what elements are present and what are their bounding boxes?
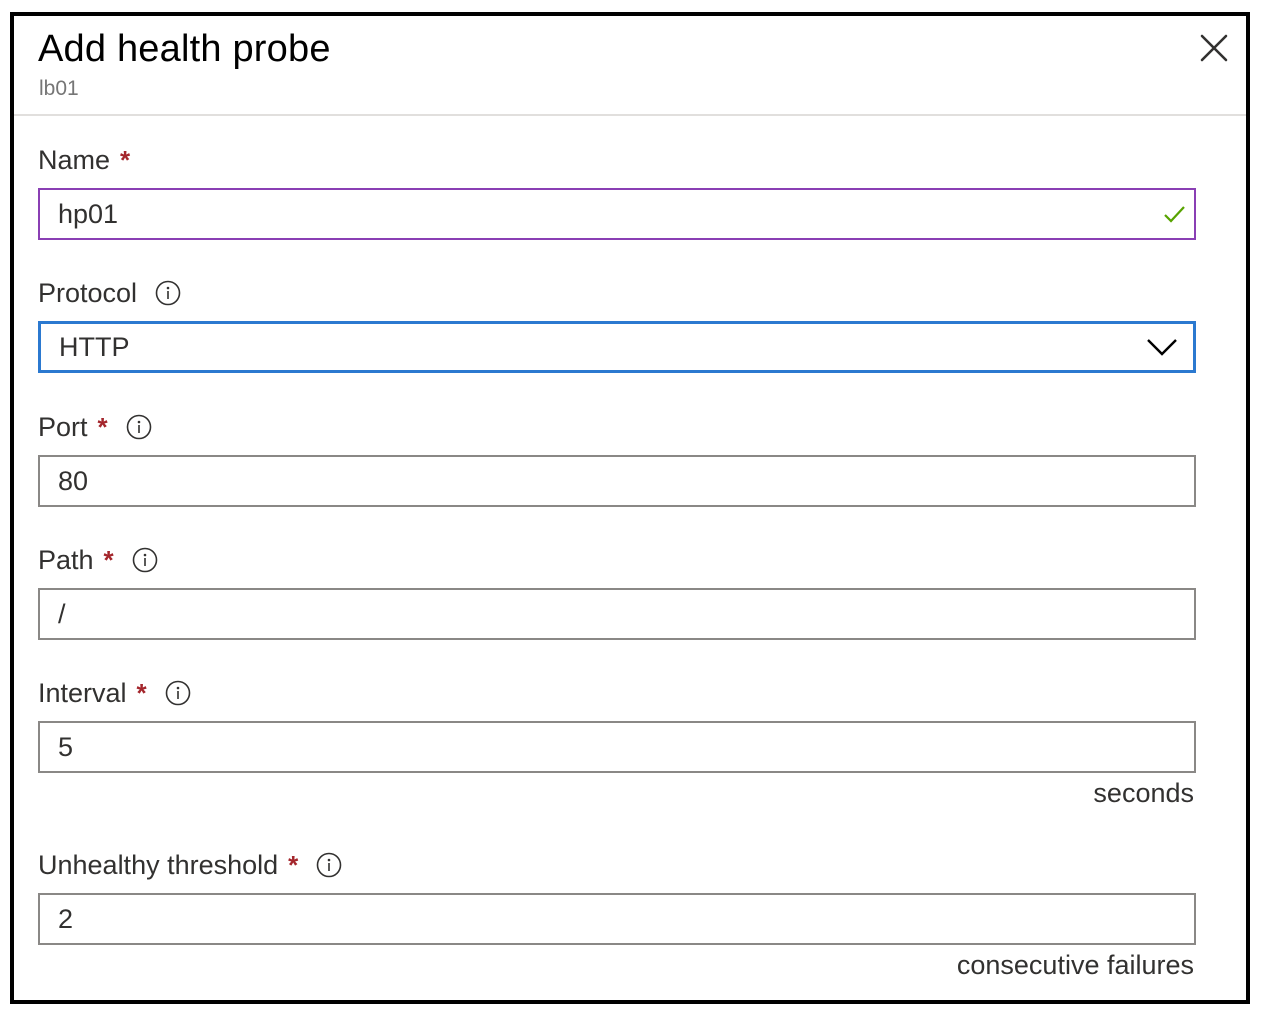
info-icon[interactable] xyxy=(126,414,152,440)
protocol-select[interactable]: HTTP xyxy=(38,321,1196,373)
path-input-value: / xyxy=(58,598,66,629)
panel-header: Add health probe lb01 xyxy=(14,16,1246,116)
path-label: Path * xyxy=(38,542,158,578)
chevron-down-icon xyxy=(1145,336,1179,358)
close-icon xyxy=(1200,34,1228,62)
required-marker: * xyxy=(288,849,299,880)
unhealthy-threshold-unit: consecutive failures xyxy=(956,950,1194,980)
interval-label-text: Interval xyxy=(38,677,127,708)
protocol-label: Protocol xyxy=(38,275,181,311)
info-icon[interactable] xyxy=(316,852,342,878)
required-marker: * xyxy=(136,677,147,708)
port-label: Port * xyxy=(38,409,152,445)
unhealthy-threshold-label-text: Unhealthy threshold xyxy=(38,849,279,880)
unhealthy-threshold-label: Unhealthy threshold * xyxy=(38,847,342,883)
close-button[interactable] xyxy=(1196,30,1232,66)
interval-label: Interval * xyxy=(38,675,191,711)
name-input-value: hp01 xyxy=(58,198,119,229)
required-marker: * xyxy=(97,411,108,442)
port-input-value: 80 xyxy=(58,465,89,496)
interval-input-value: 5 xyxy=(58,731,74,762)
unhealthy-threshold-input-value: 2 xyxy=(58,903,74,934)
unhealthy-threshold-input[interactable]: 2 xyxy=(38,893,1196,945)
info-icon[interactable] xyxy=(165,680,191,706)
interval-unit: seconds xyxy=(1093,778,1194,808)
protocol-label-text: Protocol xyxy=(38,277,138,308)
page-title: Add health probe xyxy=(38,28,331,70)
name-label: Name * xyxy=(38,142,130,178)
name-input[interactable]: hp01 xyxy=(38,188,1196,240)
port-input[interactable]: 80 xyxy=(38,455,1196,507)
info-icon[interactable] xyxy=(155,280,181,306)
name-label-text: Name xyxy=(38,144,111,175)
page-subtitle: lb01 xyxy=(39,77,79,100)
protocol-select-value: HTTP xyxy=(59,331,130,362)
path-input[interactable]: / xyxy=(38,588,1196,640)
port-label-text: Port xyxy=(38,411,88,442)
check-icon xyxy=(1160,200,1188,228)
interval-input[interactable]: 5 xyxy=(38,721,1196,773)
info-icon[interactable] xyxy=(132,547,158,573)
required-marker: * xyxy=(120,144,131,175)
required-marker: * xyxy=(103,544,114,575)
add-health-probe-panel: Add health probe lb01 Name * hp01 Protoc… xyxy=(10,12,1250,1004)
path-label-text: Path xyxy=(38,544,94,575)
